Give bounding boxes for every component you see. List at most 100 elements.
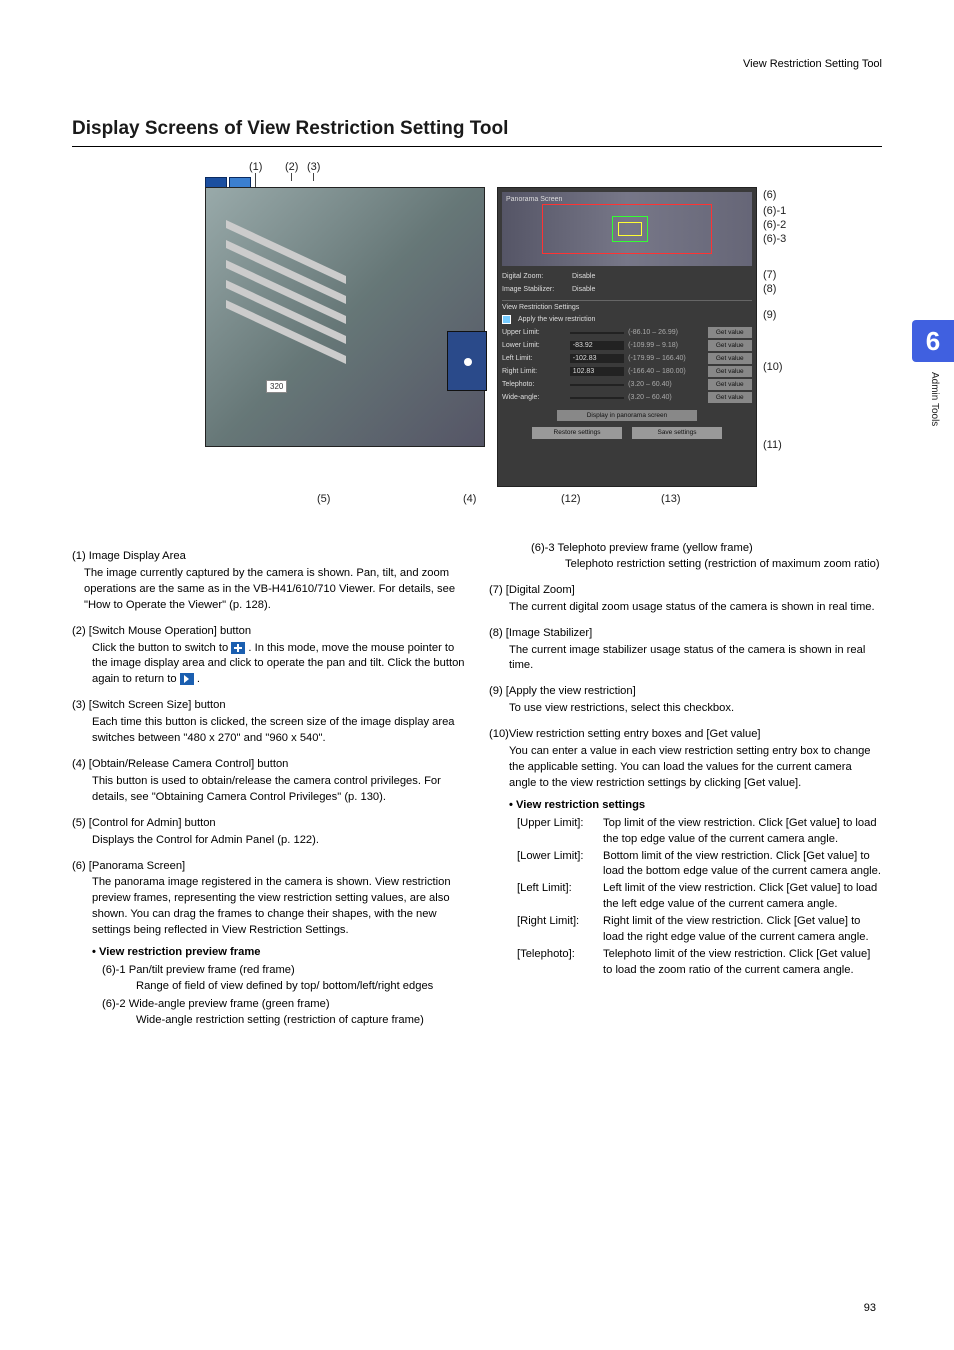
item-5-head: (5) [Control for Admin] button: [72, 816, 465, 832]
item-7-head: (7) [Digital Zoom]: [489, 583, 882, 599]
item-6-2-body: Wide-angle restriction setting (restrict…: [136, 1013, 465, 1029]
is-label: Image Stabilizer:: [502, 286, 568, 293]
item-1-body: The image currently captured by the came…: [84, 566, 465, 614]
setting-key: [Left Limit]:: [517, 881, 603, 897]
item-10-body: You can enter a value in each view restr…: [509, 744, 882, 792]
limit-input[interactable]: -83.92: [570, 341, 624, 350]
callout-2: (2): [285, 161, 298, 173]
plus-icon: [231, 642, 245, 654]
item-4-head: (4) [Obtain/Release Camera Control] butt…: [72, 757, 465, 773]
get-value-button[interactable]: Get value: [708, 327, 752, 338]
setting-desc: Bottom limit of the view restriction. Cl…: [603, 849, 882, 881]
limit-range: (-166.40 – 180.00): [628, 368, 703, 375]
limit-label: Telephoto:: [502, 381, 566, 388]
callout-6-2: (6)-2: [763, 219, 786, 231]
restore-button[interactable]: Restore settings: [532, 427, 622, 439]
callout-3: (3): [307, 161, 320, 173]
callout-13: (13): [661, 493, 681, 505]
callout-11: (11): [763, 439, 782, 451]
callout-6: (6): [763, 189, 776, 201]
item-9-body: To use view restrictions, select this ch…: [509, 701, 882, 717]
item-6-1-body: Range of field of view defined by top/ b…: [136, 979, 465, 995]
image-display-area[interactable]: 320: [205, 187, 485, 447]
camera-control-button[interactable]: [447, 331, 487, 391]
limit-input[interactable]: [570, 397, 624, 399]
is-value: Disable: [572, 286, 595, 293]
callout-7: (7): [763, 269, 776, 281]
callout-5: (5): [317, 493, 330, 505]
setting-key: [Upper Limit]:: [517, 816, 603, 832]
breadcrumb: View Restriction Setting Tool: [743, 58, 882, 70]
save-button[interactable]: Save settings: [632, 427, 722, 439]
item-3-head: (3) [Switch Screen Size] button: [72, 698, 465, 714]
item-6-subhead: View restriction preview frame: [92, 945, 465, 961]
cursor-icon: [180, 673, 194, 685]
limit-range: (-109.99 – 9.18): [628, 342, 703, 349]
item-10-subhead: View restriction settings: [509, 798, 882, 814]
item-2-text-a: Click the button to switch to: [92, 642, 231, 654]
callout-10: (10): [763, 361, 783, 373]
callout-6-1: (6)-1: [763, 205, 786, 217]
callout-1: (1): [249, 161, 262, 173]
limit-label: Left Limit:: [502, 355, 566, 362]
get-value-button[interactable]: Get value: [708, 340, 752, 351]
telephoto-frame[interactable]: [618, 222, 642, 236]
get-value-button[interactable]: Get value: [708, 379, 752, 390]
limit-input[interactable]: -102.83: [570, 354, 624, 363]
display-panorama-button[interactable]: Display in panorama screen: [557, 410, 697, 421]
callout-9: (9): [763, 309, 776, 321]
size-badge: 320: [266, 380, 287, 393]
page-number: 93: [864, 1302, 876, 1314]
limit-input[interactable]: 102.83: [570, 367, 624, 376]
item-3-body: Each time this button is clicked, the sc…: [92, 715, 465, 747]
chapter-label: Admin Tools: [929, 372, 940, 426]
section-heading: Display Screens of View Restriction Sett…: [72, 118, 882, 147]
setting-desc: Telephoto limit of the view restriction.…: [603, 947, 882, 979]
item-6-2: (6)-2 Wide-angle preview frame (green fr…: [102, 997, 465, 1029]
callout-8: (8): [763, 283, 776, 295]
limit-label: Wide-angle:: [502, 394, 566, 401]
item-1-head: (1) Image Display Area: [72, 549, 465, 565]
get-value-button[interactable]: Get value: [708, 392, 752, 403]
limit-input[interactable]: [570, 384, 624, 386]
item-8-head: (8) [Image Stabilizer]: [489, 626, 882, 642]
item-6-head: (6) [Panorama Screen]: [72, 859, 465, 875]
setting-key: [Lower Limit]:: [517, 849, 603, 865]
figure: (1) (2) (3) 320 Panorama Screen Digital …: [177, 161, 777, 521]
limit-range: (-179.99 – 166.40): [628, 355, 703, 362]
item-2-text-c: .: [197, 673, 200, 685]
item-6-body: The panorama image registered in the cam…: [92, 875, 465, 939]
limit-range: (3.20 – 60.40): [628, 381, 703, 388]
item-5-body: Displays the Control for Admin Panel (p.…: [92, 833, 465, 849]
limit-label: Lower Limit:: [502, 342, 566, 349]
limit-label: Upper Limit:: [502, 329, 566, 336]
item-9-head: (9) [Apply the view restriction]: [489, 684, 882, 700]
settings-panel: Panorama Screen Digital Zoom: Disable Ima…: [497, 187, 757, 487]
apply-label: Apply the view restriction: [518, 316, 595, 323]
get-value-button[interactable]: Get value: [708, 353, 752, 364]
apply-checkbox[interactable]: [502, 315, 511, 324]
vrs-heading: View Restriction Settings: [502, 300, 752, 311]
limit-range: (-86.10 – 26.99): [628, 329, 703, 336]
panorama-title: Panorama Screen: [506, 196, 562, 203]
item-6-1: (6)-1 Pan/tilt preview frame (red frame)…: [102, 963, 465, 995]
item-4-body: This button is used to obtain/release th…: [92, 774, 465, 806]
restriction-settings-list: [Upper Limit]:Top limit of the view rest…: [517, 816, 882, 979]
limit-range: (3.20 – 60.40): [628, 394, 703, 401]
callout-4: (4): [463, 493, 476, 505]
limit-input[interactable]: [570, 332, 624, 334]
item-6-3: (6)-3 Telephoto preview frame (yellow fr…: [531, 541, 882, 573]
item-10-head: (10)View restriction setting entry boxes…: [489, 727, 882, 743]
limit-label: Right Limit:: [502, 368, 566, 375]
get-value-button[interactable]: Get value: [708, 366, 752, 377]
setting-desc: Left limit of the view restriction. Clic…: [603, 881, 882, 913]
panorama-screen[interactable]: Panorama Screen: [502, 192, 752, 266]
chapter-tab: 6: [912, 320, 954, 362]
item-2-head: (2) [Switch Mouse Operation] button: [72, 624, 465, 640]
dz-label: Digital Zoom:: [502, 273, 568, 280]
left-column: (1) Image Display Area The image current…: [72, 539, 465, 1029]
setting-desc: Right limit of the view restriction. Cli…: [603, 914, 882, 946]
item-7-body: The current digital zoom usage status of…: [509, 600, 882, 616]
setting-desc: Top limit of the view restriction. Click…: [603, 816, 882, 848]
dz-value: Disable: [572, 273, 595, 280]
